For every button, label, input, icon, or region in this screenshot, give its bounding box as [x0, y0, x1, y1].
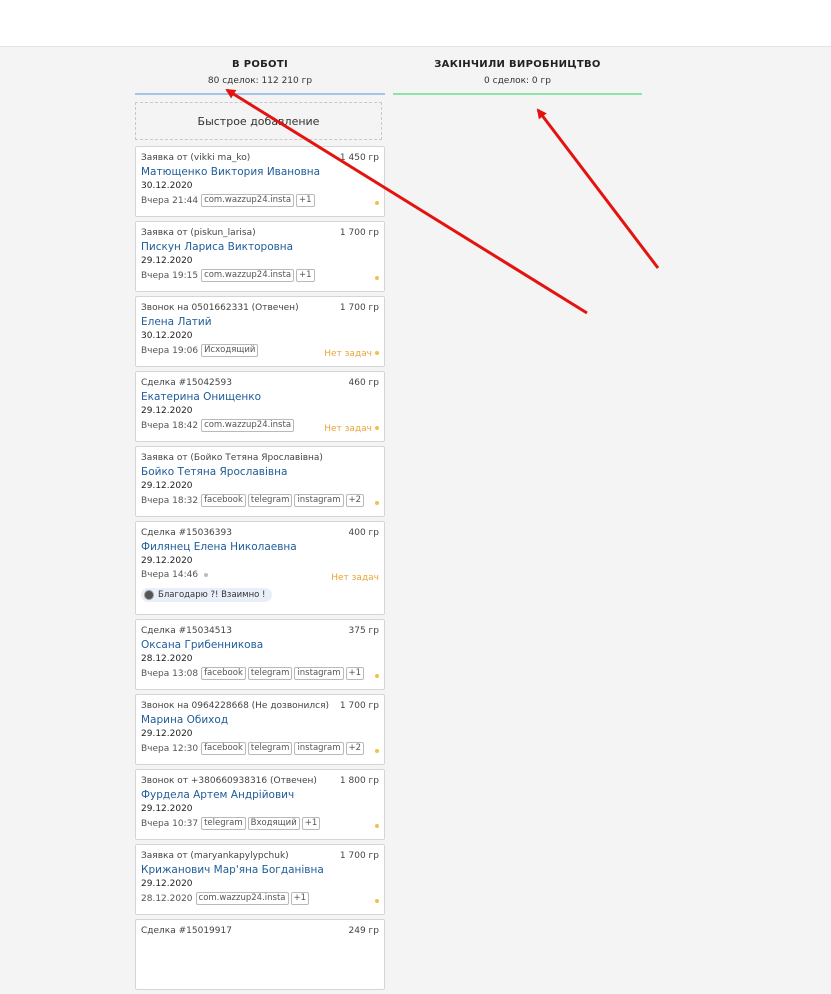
annotation-arrow	[536, 108, 660, 269]
deal-card[interactable]: Сделка #15019917 249 гр	[135, 919, 385, 990]
annotation-arrows	[225, 88, 660, 315]
annotation-arrow	[225, 88, 588, 315]
